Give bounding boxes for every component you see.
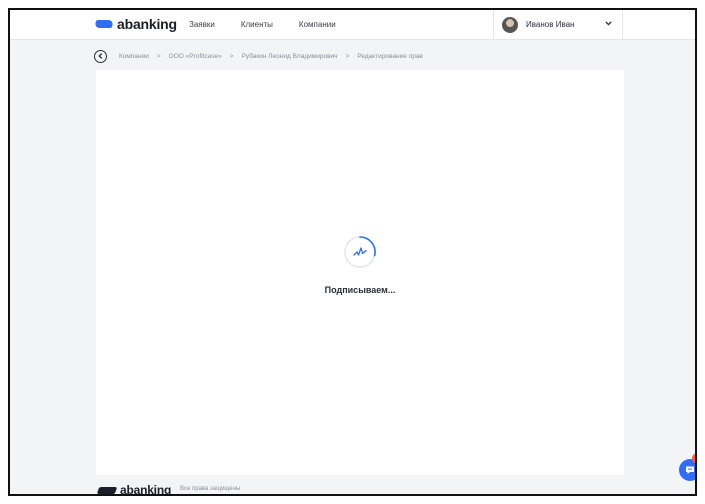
header-logo-text: abanking — [117, 16, 177, 32]
nav-item-clients[interactable]: Клиенты — [241, 20, 273, 29]
header-logo[interactable]: abanking — [93, 16, 177, 32]
chat-bubble-icon — [686, 466, 694, 474]
breadcrumb-item-current: Редактирование прав — [357, 52, 423, 60]
user-name: Иванов Иван — [526, 20, 575, 29]
breadcrumb-item-person[interactable]: Рубакин Леонид Владимирович — [242, 53, 338, 60]
status-text: Подписываем... — [324, 285, 396, 295]
chevron-left-icon — [98, 53, 103, 59]
main-nav: Заявки Клиенты Компании — [189, 20, 336, 29]
breadcrumb: Компании > ООО «Profitcase» > Рубакин Ле… — [94, 48, 423, 64]
nav-item-requests[interactable]: Заявки — [189, 20, 215, 29]
breadcrumb-separator: > — [156, 52, 161, 60]
top-navigation-bar: abanking Заявки Клиенты Компании Иванов … — [10, 10, 695, 40]
main-content-card: Подписываем... — [96, 70, 624, 475]
chat-button[interactable]: 1 — [679, 453, 695, 481]
nav-item-companies[interactable]: Компании — [299, 20, 336, 29]
footer-logo-text: abanking — [120, 483, 172, 496]
breadcrumb-item-companies[interactable]: Компании — [119, 53, 149, 60]
copyright-text: Все права защищены — [180, 486, 241, 492]
back-button[interactable] — [94, 49, 107, 63]
signature-spinner-icon — [344, 236, 376, 268]
app-window: abanking Заявки Клиенты Компании Иванов … — [8, 8, 697, 496]
footer-logo[interactable]: abanking — [96, 483, 172, 496]
user-menu[interactable]: Иванов Иван — [493, 10, 623, 39]
notification-badge: 1 — [692, 453, 695, 464]
logo-mark-icon — [93, 20, 115, 28]
logo-mark-icon — [96, 486, 118, 494]
chevron-down-icon[interactable] — [605, 19, 612, 28]
avatar — [502, 16, 518, 33]
breadcrumb-separator: > — [229, 52, 234, 60]
breadcrumb-item-company[interactable]: ООО «Profitcase» — [169, 53, 222, 60]
footer: abanking Все права защищены — [10, 480, 695, 496]
breadcrumb-separator: > — [345, 52, 350, 60]
